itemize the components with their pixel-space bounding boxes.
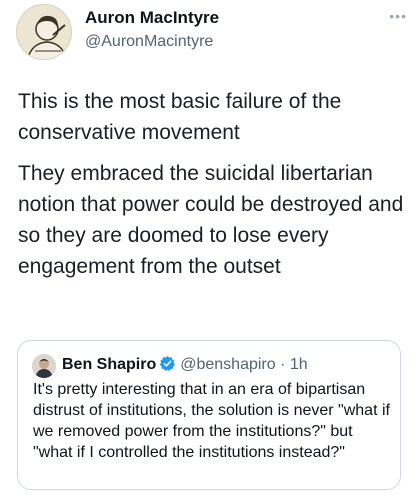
quoted-timestamp[interactable]: 1h — [290, 356, 308, 373]
quoted-author-name[interactable]: Ben Shapiro — [62, 356, 156, 373]
tweet-paragraph-1: This is the most basic failure of the co… — [18, 90, 342, 144]
avatar-illustration — [17, 5, 71, 59]
quoted-separator: · — [280, 356, 286, 373]
quoted-author-avatar[interactable] — [32, 354, 56, 378]
quoted-tweet[interactable]: Ben Shapiro @benshapiro · 1h It's pretty … — [17, 340, 401, 490]
tweet-text: This is the most basic failure of the co… — [18, 86, 408, 292]
quoted-header: Ben Shapiro @benshapiro · 1h — [62, 353, 308, 380]
tweet-paragraph-2: They embraced the suicidal libertarian n… — [18, 162, 404, 278]
author-name[interactable]: Auron MacIntyre — [85, 8, 219, 28]
quoted-avatar-illustration — [32, 354, 56, 378]
quoted-author-handle[interactable]: @benshapiro — [180, 356, 275, 373]
tweet-card: Auron MacIntyre @AuronMacintyre ••• This… — [0, 0, 419, 500]
quoted-text: It's pretty interesting that in an era o… — [33, 381, 390, 461]
more-dots-icon[interactable]: ••• — [389, 8, 407, 24]
author-avatar[interactable] — [16, 4, 72, 60]
author-handle[interactable]: @AuronMacintyre — [85, 33, 213, 51]
verified-badge-icon — [159, 355, 176, 380]
